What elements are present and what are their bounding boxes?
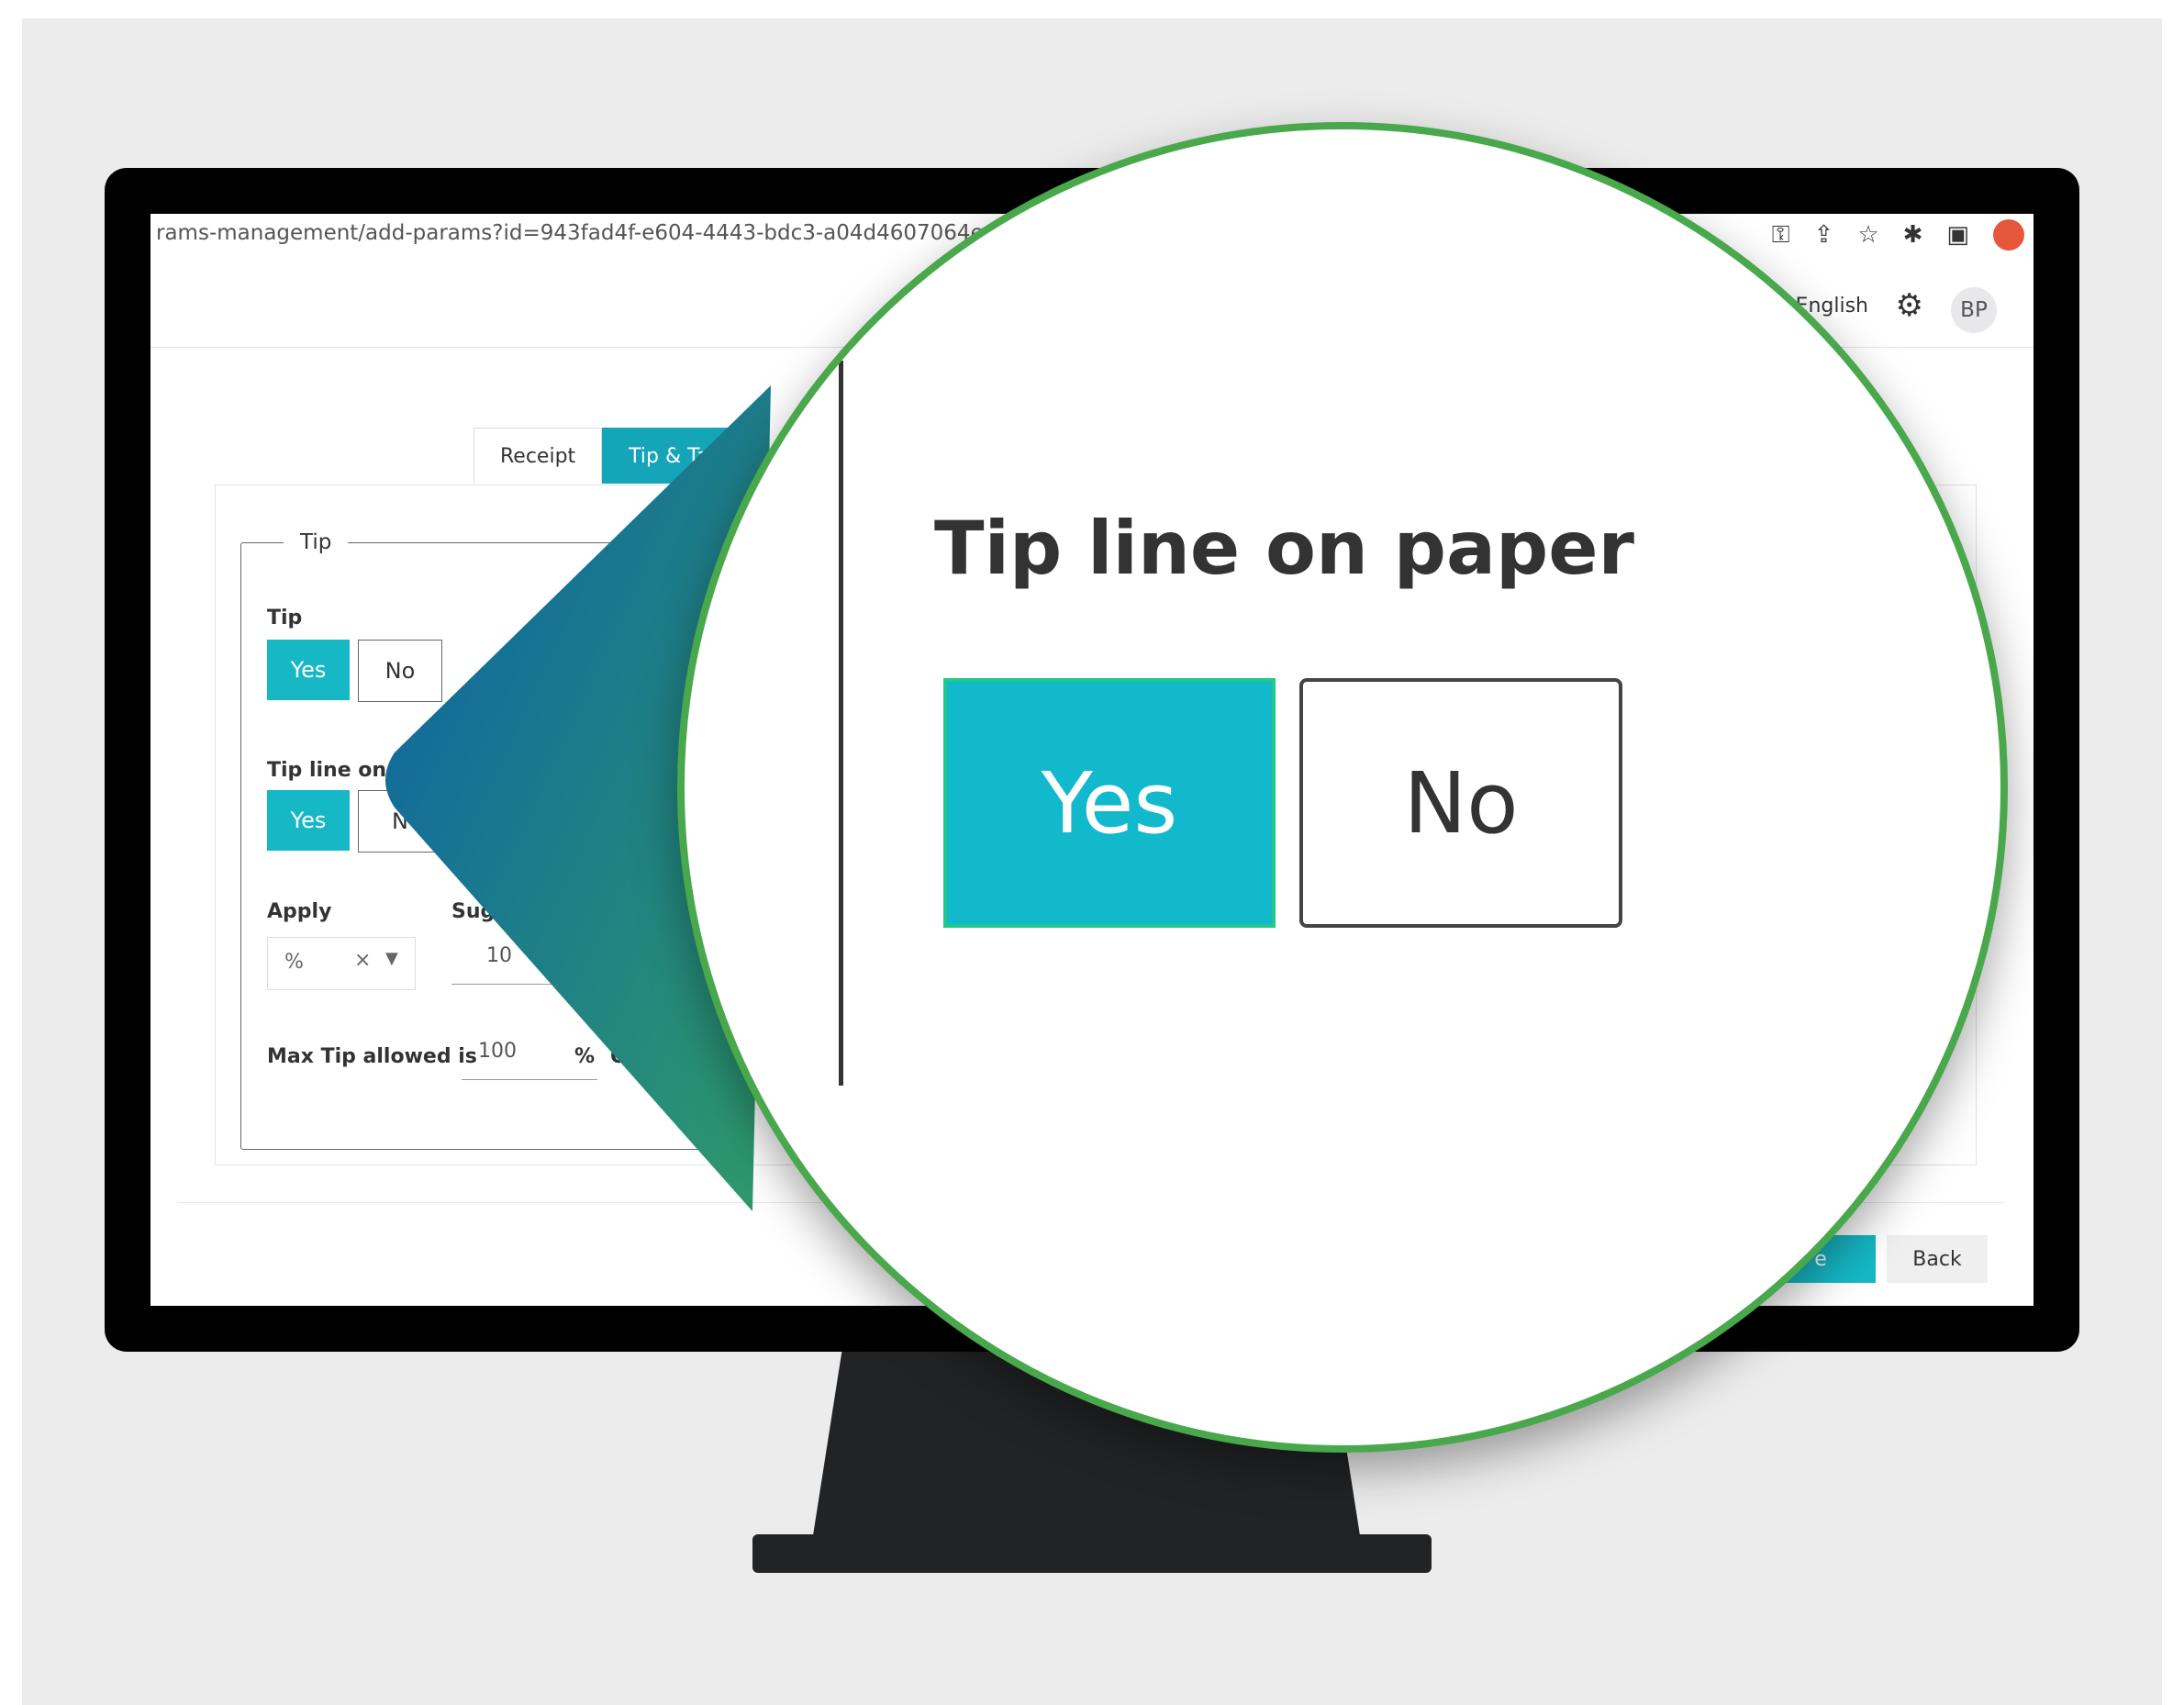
zoom-yes-button[interactable]: Yes <box>943 678 1276 928</box>
zoom-divider <box>839 361 843 1086</box>
zoom-title: Tip line on paper <box>934 506 1635 591</box>
zoom-no-button[interactable]: No <box>1299 678 1622 928</box>
zoom-lens: Tip line on paper Yes No <box>677 122 2008 1453</box>
